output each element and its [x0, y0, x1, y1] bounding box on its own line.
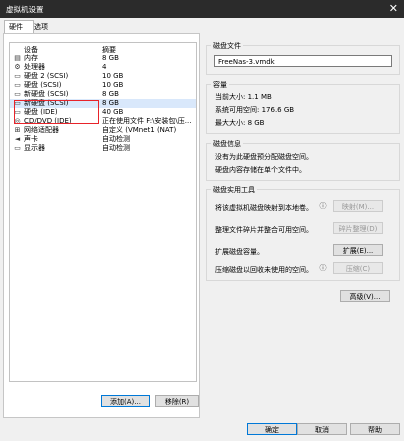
device-summary: 自动检测: [102, 144, 130, 152]
processor-icon: ⚙: [14, 63, 21, 71]
device-name: 新硬盘 (SCSI): [24, 90, 69, 98]
hardware-panel: 设备 摘要 ▤ 内存 8 GB ⚙ 处理器 4 ▭ 硬盘 2 (SCSI) 10…: [3, 33, 200, 418]
device-list-header: 设备 摘要: [10, 43, 196, 54]
memory-icon: ▤: [14, 54, 21, 62]
device-name: 硬盘 2 (SCSI): [24, 72, 69, 80]
expand-description: 扩展磁盘容量。: [215, 248, 264, 256]
remove-device-button[interactable]: 移除(R): [155, 395, 199, 407]
device-row-harddisk-scsi[interactable]: ▭ 硬盘 (SCSI) 10 GB: [10, 81, 196, 90]
compact-button[interactable]: 压缩(C): [333, 262, 383, 274]
capacity-label: 容量: [211, 80, 229, 90]
harddisk-icon: ▭: [14, 72, 21, 80]
device-summary: 自定义 (VMnet1 (NAT): [102, 126, 177, 134]
annotation-highlight: [14, 100, 99, 124]
cancel-button[interactable]: 取消: [297, 423, 347, 435]
close-icon[interactable]: ✕: [389, 2, 398, 15]
disk-file-label: 磁盘文件: [211, 41, 243, 51]
device-row-harddisk-2[interactable]: ▭ 硬盘 2 (SCSI) 10 GB: [10, 72, 196, 81]
device-summary: 8 GB: [102, 90, 119, 98]
disk-file-group: 磁盘文件 FreeNas-3.vmdk: [206, 41, 400, 75]
disk-info-label: 磁盘信息: [211, 139, 243, 149]
disk-info-group: 磁盘信息 没有为此硬盘预分配磁盘空间。 硬盘内容存储在单个文件中。: [206, 139, 400, 181]
device-row-memory[interactable]: ▤ 内存 8 GB: [10, 54, 196, 63]
device-row-display[interactable]: ▭ 显示器 自动检测: [10, 144, 196, 153]
disk-info-line-1: 没有为此硬盘预分配磁盘空间。: [215, 153, 313, 161]
dialog-footer: 确定 取消 帮助: [0, 420, 404, 441]
device-row-sound[interactable]: ◄ 声卡 自动检测: [10, 135, 196, 144]
compact-description: 压缩磁盘以回收未使用的空间。: [215, 266, 313, 274]
device-row-processor[interactable]: ⚙ 处理器 4: [10, 63, 196, 72]
info-icon: ⓘ: [319, 202, 327, 210]
disk-info-line-2: 硬盘内容存储在单个文件中。: [215, 166, 306, 174]
device-name: 声卡: [24, 135, 38, 143]
device-name: 硬盘 (SCSI): [24, 81, 62, 89]
defrag-description: 整理文件碎片并整合可用空间。: [215, 226, 313, 234]
help-button[interactable]: 帮助: [350, 423, 400, 435]
info-icon: ⓘ: [319, 264, 327, 272]
disk-utilities-group: 磁盘实用工具 将该虚拟机磁盘映射到本地卷。 ⓘ 映射(M)... 整理文件碎片并…: [206, 185, 400, 281]
device-list[interactable]: 设备 摘要 ▤ 内存 8 GB ⚙ 处理器 4 ▭ 硬盘 2 (SCSI) 10…: [9, 42, 197, 382]
network-icon: ⊞: [14, 126, 21, 134]
disk-file-field[interactable]: FreeNas-3.vmdk: [214, 55, 392, 67]
max-size: 最大大小: 8 GB: [215, 119, 265, 127]
advanced-button[interactable]: 高级(V)...: [340, 290, 390, 302]
device-name: 内存: [24, 54, 38, 62]
title-bar: 虚拟机设置 ✕: [0, 0, 404, 18]
map-description: 将该虚拟机磁盘映射到本地卷。: [215, 204, 313, 212]
device-summary: 8 GB: [102, 99, 119, 107]
device-name: 显示器: [24, 144, 45, 152]
device-row-new-harddisk-1[interactable]: ▭ 新硬盘 (SCSI) 8 GB: [10, 90, 196, 99]
capacity-group: 容量 当前大小: 1.1 MB 系统可用空间: 176.6 GB 最大大小: 8…: [206, 80, 400, 134]
harddisk-icon: ▭: [14, 81, 21, 89]
available-space: 系统可用空间: 176.6 GB: [215, 106, 295, 114]
device-row-network[interactable]: ⊞ 网络适配器 自定义 (VMnet1 (NAT): [10, 126, 196, 135]
device-summary: 4: [102, 63, 107, 71]
device-summary: 8 GB: [102, 54, 119, 62]
add-device-button[interactable]: 添加(A)...: [101, 395, 150, 407]
defragment-button[interactable]: 碎片整理(D): [333, 222, 383, 234]
expand-button[interactable]: 扩展(E)...: [333, 244, 383, 256]
map-button[interactable]: 映射(M)...: [333, 200, 383, 212]
device-name: 处理器: [24, 63, 45, 71]
device-summary: 自动检测: [102, 135, 130, 143]
device-summary: 10 GB: [102, 72, 124, 80]
sound-icon: ◄: [14, 135, 21, 143]
harddisk-icon: ▭: [14, 90, 21, 98]
device-summary: 40 GB: [102, 108, 124, 116]
display-icon: ▭: [14, 144, 21, 152]
disk-utilities-label: 磁盘实用工具: [211, 185, 257, 195]
device-summary: 10 GB: [102, 81, 124, 89]
device-name: 网络适配器: [24, 126, 59, 134]
current-size: 当前大小: 1.1 MB: [215, 93, 272, 101]
ok-button[interactable]: 确定: [247, 423, 297, 435]
window-title: 虚拟机设置: [6, 5, 44, 14]
device-summary: 正在使用文件 F:\安装包\压...: [102, 117, 192, 125]
